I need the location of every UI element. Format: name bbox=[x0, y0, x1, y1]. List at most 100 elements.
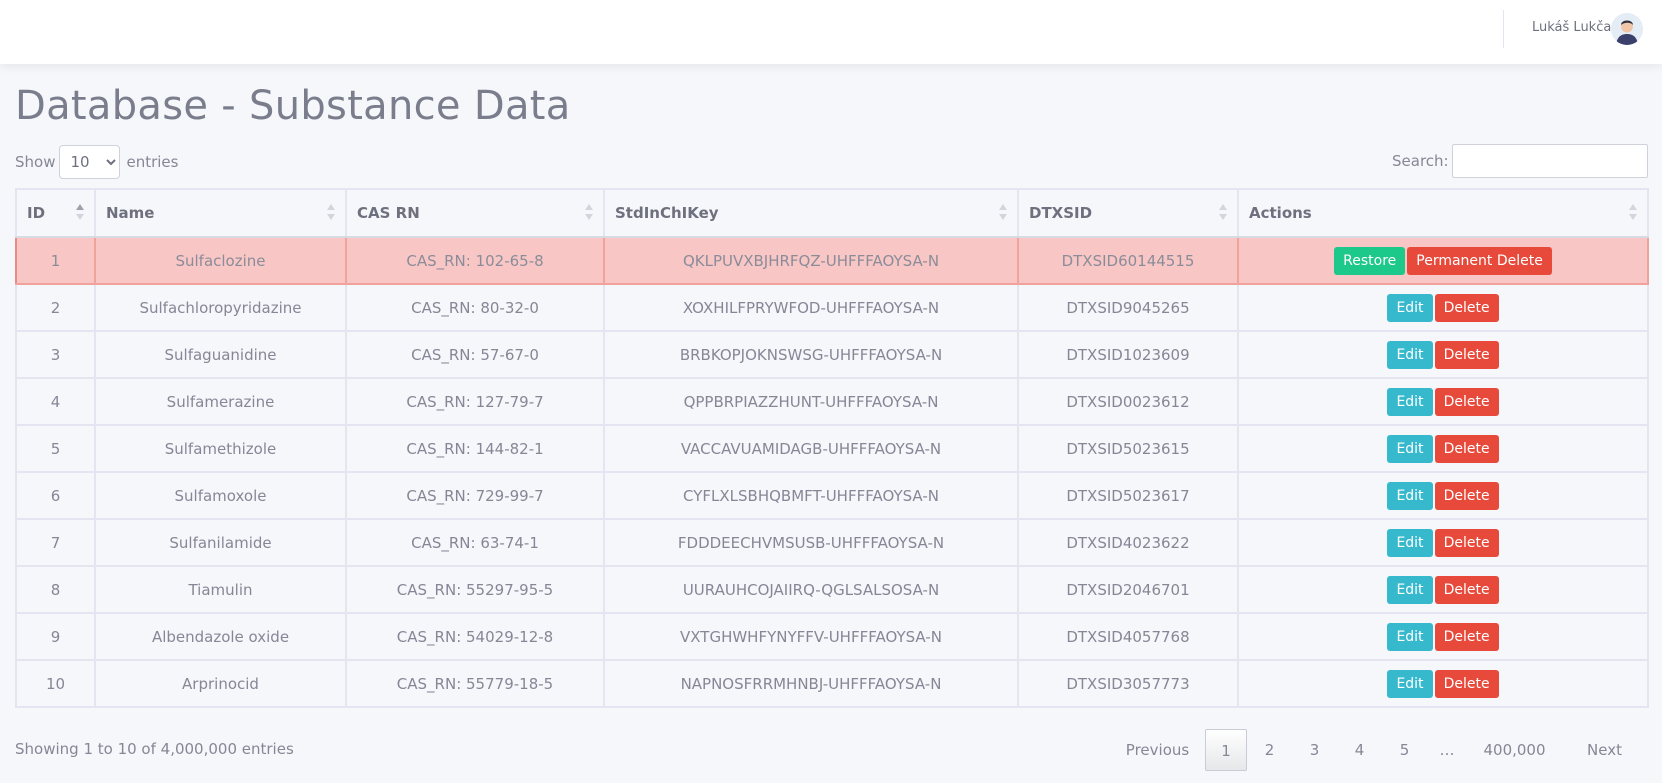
pagination-page[interactable]: 5 bbox=[1382, 729, 1427, 771]
column-header-label: Name bbox=[106, 204, 155, 222]
edit-button[interactable]: Edit bbox=[1387, 340, 1433, 369]
pagination-page-last[interactable]: 400,000 bbox=[1467, 729, 1562, 771]
cell-stdinchikey: XOXHILFPRYWFOD-UHFFFAOYSA-N bbox=[603, 283, 1019, 332]
cell-id: 5 bbox=[15, 424, 96, 473]
page-title: Database - Substance Data bbox=[15, 83, 571, 129]
edit-button[interactable]: Edit bbox=[1387, 669, 1433, 698]
cell-name: Sulfaguanidine bbox=[94, 330, 347, 379]
cell-actions: Edit Delete bbox=[1237, 283, 1649, 332]
edit-button[interactable]: Edit bbox=[1387, 293, 1433, 322]
edit-button[interactable]: Edit bbox=[1387, 434, 1433, 463]
table-row: 10 Arprinocid CAS_RN: 55779-18-5 NAPNOSFRRM… bbox=[15, 659, 1649, 708]
cell-stdinchikey: QKLPUVXBJHRFQZ-UHFFFAOYSA-N bbox=[603, 236, 1019, 285]
cell-name: Albendazole oxide bbox=[94, 612, 347, 661]
delete-button[interactable]: Delete bbox=[1434, 340, 1499, 369]
column-header-label: DTXSID bbox=[1029, 204, 1093, 222]
cell-id: 7 bbox=[15, 518, 96, 567]
cell-name: Sulfamethizole bbox=[94, 424, 347, 473]
avatar[interactable] bbox=[1611, 13, 1643, 45]
edit-button[interactable]: Edit bbox=[1387, 528, 1433, 557]
entries-length-control: Show 10 entries bbox=[15, 145, 178, 179]
table-row: 2 Sulfachloropyridazine CAS_RN: 80-32-0 XOX… bbox=[15, 283, 1649, 332]
edit-button[interactable]: Edit bbox=[1387, 481, 1433, 510]
cell-name: Sulfamoxole bbox=[94, 471, 347, 520]
column-header-id[interactable]: ID bbox=[15, 188, 96, 238]
delete-button[interactable]: Delete bbox=[1434, 669, 1499, 698]
cell-name: Sulfachloropyridazine bbox=[94, 283, 347, 332]
cell-dtxsid: DTXSID5023617 bbox=[1017, 471, 1239, 520]
cell-stdinchikey: QPPBRPIAZZHUNT-UHFFFAOYSA-N bbox=[603, 377, 1019, 426]
edit-button[interactable]: Edit bbox=[1387, 387, 1433, 416]
pagination: Previous 1 2 3 4 5 … 400,000 Next bbox=[1110, 728, 1647, 772]
pagination-previous[interactable]: Previous bbox=[1110, 729, 1205, 771]
cell-id: 2 bbox=[15, 283, 96, 332]
topbar-divider bbox=[1503, 10, 1504, 48]
cell-id: 3 bbox=[15, 330, 96, 379]
restore-button[interactable]: Restore bbox=[1334, 246, 1406, 275]
edit-button[interactable]: Edit bbox=[1387, 622, 1433, 651]
permanent-delete-button[interactable]: Permanent Delete bbox=[1407, 246, 1552, 275]
cell-stdinchikey: FDDDEECHVMSUSB-UHFFFAOYSA-N bbox=[603, 518, 1019, 567]
cell-stdinchikey: UURAUHCOJAIIRQ-QGLSALSOSA-N bbox=[603, 565, 1019, 614]
cell-actions: Edit Delete bbox=[1237, 565, 1649, 614]
column-header-name[interactable]: Name bbox=[94, 188, 347, 238]
cell-name: Tiamulin bbox=[94, 565, 347, 614]
cell-stdinchikey: VXTGHWHFYNYFFV-UHFFFAOYSA-N bbox=[603, 612, 1019, 661]
cell-actions: Edit Delete bbox=[1237, 659, 1649, 708]
cell-actions: Edit Delete bbox=[1237, 377, 1649, 426]
column-header-label: Actions bbox=[1249, 204, 1312, 222]
column-header-label: CAS RN bbox=[357, 204, 420, 222]
table-row: 7 Sulfanilamide CAS_RN: 63-74-1 FDDDEECHVMS… bbox=[15, 518, 1649, 567]
cell-cas-rn: CAS_RN: 729-99-7 bbox=[345, 471, 605, 520]
cell-dtxsid: DTXSID60144515 bbox=[1017, 236, 1239, 285]
table-info: Showing 1 to 10 of 4,000,000 entries bbox=[15, 740, 294, 758]
pagination-ellipsis: … bbox=[1439, 741, 1455, 759]
cell-cas-rn: CAS_RN: 55779-18-5 bbox=[345, 659, 605, 708]
cell-stdinchikey: NAPNOSFRRMHNBJ-UHFFFAOYSA-N bbox=[603, 659, 1019, 708]
cell-id: 1 bbox=[15, 236, 96, 285]
user-name[interactable]: Lukáš Lukča bbox=[1532, 20, 1611, 35]
cell-dtxsid: DTXSID2046701 bbox=[1017, 565, 1239, 614]
pagination-page[interactable]: 4 bbox=[1337, 729, 1382, 771]
cell-cas-rn: CAS_RN: 144-82-1 bbox=[345, 424, 605, 473]
table-row: 3 Sulfaguanidine CAS_RN: 57-67-0 BRBKOPJOKN… bbox=[15, 330, 1649, 379]
cell-id: 9 bbox=[15, 612, 96, 661]
pagination-next[interactable]: Next bbox=[1562, 729, 1647, 771]
column-header-cas-rn[interactable]: CAS RN bbox=[345, 188, 605, 238]
pagination-page-current[interactable]: 1 bbox=[1205, 729, 1247, 771]
search-label: Search: bbox=[1392, 152, 1449, 170]
delete-button[interactable]: Delete bbox=[1434, 528, 1499, 557]
table-row: 1 Sulfaclozine CAS_RN: 102-65-8 QKLPUVXBJHR… bbox=[15, 236, 1649, 285]
cell-actions: Edit Delete bbox=[1237, 518, 1649, 567]
delete-button[interactable]: Delete bbox=[1434, 434, 1499, 463]
edit-button[interactable]: Edit bbox=[1387, 575, 1433, 604]
cell-dtxsid: DTXSID0023612 bbox=[1017, 377, 1239, 426]
sort-icon bbox=[1219, 204, 1227, 222]
sort-icon bbox=[327, 204, 335, 222]
column-header-dtxsid[interactable]: DTXSID bbox=[1017, 188, 1239, 238]
delete-button[interactable]: Delete bbox=[1434, 481, 1499, 510]
cell-cas-rn: CAS_RN: 63-74-1 bbox=[345, 518, 605, 567]
delete-button[interactable]: Delete bbox=[1434, 387, 1499, 416]
entries-per-page-select[interactable]: 10 bbox=[59, 145, 121, 179]
cell-name: Sulfaclozine bbox=[94, 236, 347, 285]
table-row: 4 Sulfamerazine CAS_RN: 127-79-7 QPPBRPIAZZ… bbox=[15, 377, 1649, 426]
delete-button[interactable]: Delete bbox=[1434, 293, 1499, 322]
substance-table: ID Name CAS RN StdInChIKey DTXSID Action… bbox=[15, 188, 1649, 708]
column-header-stdinchikey[interactable]: StdInChIKey bbox=[603, 188, 1019, 238]
pagination-page[interactable]: 2 bbox=[1247, 729, 1292, 771]
delete-button[interactable]: Delete bbox=[1434, 622, 1499, 651]
column-header-actions[interactable]: Actions bbox=[1237, 188, 1649, 238]
cell-actions: Edit Delete bbox=[1237, 330, 1649, 379]
cell-dtxsid: DTXSID9045265 bbox=[1017, 283, 1239, 332]
pagination-page[interactable]: 3 bbox=[1292, 729, 1337, 771]
cell-cas-rn: CAS_RN: 102-65-8 bbox=[345, 236, 605, 285]
sort-icon bbox=[1629, 204, 1637, 222]
search-input[interactable] bbox=[1451, 144, 1648, 178]
cell-cas-rn: CAS_RN: 54029-12-8 bbox=[345, 612, 605, 661]
sort-ascending-icon bbox=[76, 204, 84, 222]
cell-dtxsid: DTXSID4023622 bbox=[1017, 518, 1239, 567]
entries-label: entries bbox=[126, 153, 179, 171]
delete-button[interactable]: Delete bbox=[1434, 575, 1499, 604]
cell-actions: Restore Permanent Delete bbox=[1237, 236, 1649, 285]
